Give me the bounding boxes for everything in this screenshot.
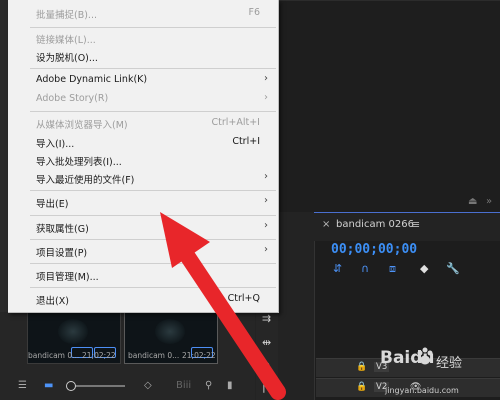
chevron-right-icon: › [264, 171, 268, 182]
menu-item-get-properties[interactable]: 获取属性(G) › [8, 218, 278, 238]
menu-separator [30, 239, 276, 240]
linked-selection-icon[interactable]: ⧈ [389, 262, 396, 276]
magnet-icon[interactable]: ∩ [361, 262, 369, 275]
menu-separator [30, 287, 276, 288]
panel-menu-icon[interactable]: ≡ [411, 218, 420, 231]
lock-icon[interactable]: 🔒 [356, 382, 367, 392]
chevron-right-icon: › [264, 220, 268, 231]
menu-item-link-media[interactable]: 链接媒体(L)... [8, 29, 278, 49]
export-frame-icon[interactable]: ⏏ [468, 196, 477, 207]
slip-icon[interactable]: |↔| [262, 380, 279, 393]
menu-item-export[interactable]: 导出(E) › [8, 193, 278, 213]
icon-view-icon[interactable]: ▬ [44, 380, 53, 391]
chevron-right-icon: › [264, 244, 268, 255]
watermark-url: jingyan.baidu.com [385, 386, 459, 395]
wrench-icon[interactable]: 🔧 [446, 262, 460, 275]
insert-icon[interactable]: ⇵ [333, 262, 342, 275]
menu-separator [30, 215, 276, 216]
menu-item-exit[interactable]: 退出(X) Ctrl+Q [8, 290, 278, 310]
menu-item-import-recent[interactable]: 导入最近使用的文件(F) › [8, 169, 278, 189]
chevron-right-icon: › [264, 195, 268, 206]
trash-icon[interactable]: ▮ [227, 380, 233, 391]
thumbnail-image [58, 319, 88, 344]
thumbnail-image [155, 319, 185, 344]
search-icon[interactable]: ⚲ [205, 380, 212, 391]
marker-icon[interactable]: ◆ [420, 262, 428, 275]
source-monitor-area [278, 0, 500, 212]
chevron-right-icon: › [264, 73, 268, 84]
menu-item-import[interactable]: 导入(I)... Ctrl+I [8, 133, 278, 153]
menu-item-batch-capture[interactable]: 批量捕捉(B)... F6 [8, 4, 278, 24]
menu-separator [30, 111, 276, 112]
menu-item-import-batch-list[interactable]: 导入批处理列表(I)... [8, 151, 278, 171]
menu-item-make-offline[interactable]: 设为脱机(O)... [8, 47, 278, 67]
ripple-edit-icon[interactable]: ⇹ [262, 336, 271, 349]
menu-separator [30, 190, 276, 191]
menu-item-adobe-story[interactable]: Adobe Story(R) › [8, 90, 278, 110]
sort-icon[interactable]: ◇ [144, 380, 152, 391]
tab-sequence[interactable]: bandicam 0266 [336, 219, 414, 230]
menu-item-project-settings[interactable]: 项目设置(P) › [8, 242, 278, 262]
menu-item-project-manager[interactable]: 项目管理(M)... [8, 266, 278, 286]
automate-icon[interactable]: Biii [176, 380, 191, 391]
list-view-icon[interactable]: ☰ [18, 380, 27, 391]
menu-item-dynamic-link[interactable]: Adobe Dynamic Link(K) › [8, 71, 278, 91]
menu-separator [30, 68, 276, 69]
lock-icon[interactable]: 🔒 [356, 362, 367, 372]
timecode[interactable]: 00;00;00;00 [331, 242, 417, 257]
menu-item-import-from-browser[interactable]: 从媒体浏览器导入(M) Ctrl+Alt+I [8, 114, 278, 134]
menu-separator [30, 263, 276, 264]
pen-icon[interactable]: ✎ [262, 358, 271, 371]
zoom-slider-handle[interactable] [66, 381, 76, 391]
track-select-icon[interactable]: ⇉ [262, 312, 271, 325]
divider [278, 0, 500, 1]
close-icon[interactable]: × [322, 219, 330, 230]
chevron-right-icon: › [264, 92, 268, 103]
clip-duration: 21;02;22 [182, 351, 216, 360]
clip-name: bandicam 0... [128, 351, 180, 360]
clip-duration: 21;02;22 [82, 351, 116, 360]
project-panel-toolbar [0, 372, 255, 400]
watermark-brand-cn: 经验 [436, 356, 463, 371]
file-menu: 批量捕捉(B)... F6 链接媒体(L)... 设为脱机(O)... Adob… [8, 0, 279, 313]
menu-separator [30, 27, 276, 28]
clip-name: bandicam 0... [28, 351, 80, 360]
more-controls-icon[interactable]: » [486, 196, 492, 207]
zoom-slider[interactable] [70, 385, 125, 387]
paw-icon [417, 347, 433, 365]
